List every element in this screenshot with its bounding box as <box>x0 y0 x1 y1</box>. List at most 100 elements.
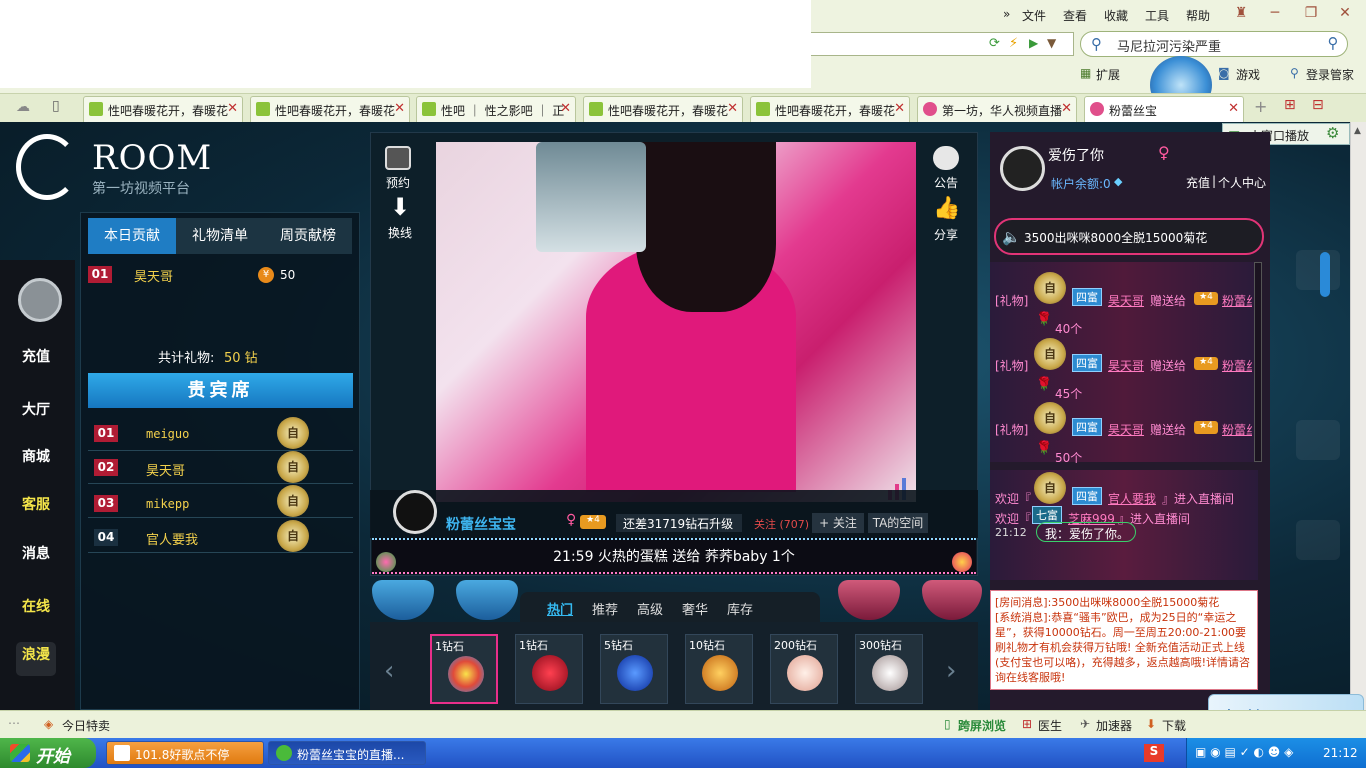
forward-icon[interactable]: ▶ <box>1029 36 1038 50</box>
more-icon[interactable]: ⋯ <box>8 716 20 730</box>
lightning-icon[interactable]: ⚡ <box>1009 36 1018 51</box>
gift-msg-recipient[interactable]: 粉蕾丝宝宝 <box>1222 421 1252 438</box>
appointment-button[interactable]: 预约 <box>378 146 418 191</box>
my-avatar[interactable] <box>1000 146 1045 191</box>
gift-msg-recipient[interactable]: 粉蕾丝宝宝 <box>1222 292 1252 309</box>
dropdown-icon[interactable]: ▼ <box>1047 36 1056 50</box>
gift-msg-sender[interactable]: 昊天哥 <box>1108 421 1144 438</box>
menu-help[interactable]: 帮助 <box>1186 7 1210 24</box>
tab-1[interactable]: 性吧春暖花开，春暖花 ✕ <box>83 96 243 122</box>
tab-close-icon[interactable]: ✕ <box>1061 101 1072 116</box>
vip-row[interactable] <box>88 485 353 518</box>
menu-view[interactable]: 查看 <box>1063 7 1087 24</box>
phone-icon[interactable]: ▯ <box>52 98 60 114</box>
share-button[interactable]: 👍 分享 <box>926 198 966 243</box>
address-bar[interactable]: ⟳ ⚡ ▶ ▼ <box>811 32 1074 56</box>
follow-button[interactable]: + 关注 <box>812 513 864 533</box>
gift-tab-luxury[interactable]: 奢华 <box>682 599 708 618</box>
menu-favorites[interactable]: 收藏 <box>1104 7 1128 24</box>
game-icon[interactable]: ◙ <box>1218 66 1230 80</box>
new-tab-icon[interactable]: + <box>1254 97 1267 116</box>
login-manager-button[interactable]: 登录管家 <box>1306 66 1354 83</box>
login-manager-icon[interactable]: ⚲ <box>1290 66 1299 80</box>
tab-close-icon[interactable]: ✕ <box>894 101 905 116</box>
vip-row[interactable] <box>88 451 353 484</box>
doctor-button[interactable]: 医生 <box>1038 717 1062 734</box>
tab-3[interactable]: 性吧 ｜ 性之影吧 ｜ 正 ✕ <box>416 96 576 122</box>
vip-name[interactable]: mikepp <box>146 497 189 511</box>
gift-item[interactable]: 200钻石 <box>770 634 838 704</box>
nav-online[interactable]: 在线 <box>0 596 75 616</box>
daily-sale-link[interactable]: 今日特卖 <box>62 717 110 734</box>
gift-tab-inventory[interactable]: 库存 <box>727 599 753 618</box>
gift-msg-sender[interactable]: 昊天哥 <box>1108 292 1144 309</box>
search-engine-icon[interactable]: ⚲ <box>1091 35 1102 53</box>
gift-next-icon[interactable]: › <box>946 656 956 686</box>
side-slider[interactable] <box>1320 252 1330 297</box>
history-icon[interactable]: ⊞ <box>1284 97 1296 113</box>
gift-item[interactable]: 5钻石 <box>600 634 668 704</box>
restore-icon[interactable]: ❐ <box>1296 2 1326 24</box>
rank-user-name[interactable]: 昊天哥 <box>134 266 173 285</box>
gift-tab-premium[interactable]: 高级 <box>637 599 663 618</box>
download-button[interactable]: 下载 <box>1162 717 1186 734</box>
host-space-button[interactable]: TA的空间 <box>868 513 928 533</box>
skin-icon[interactable]: ♜ <box>1226 2 1256 24</box>
site-logo-icon[interactable] <box>16 134 78 200</box>
accelerator-button[interactable]: 加速器 <box>1096 717 1132 734</box>
vip-name[interactable]: 官人要我 <box>146 529 198 548</box>
host-name[interactable]: 粉蕾丝宝宝 <box>446 514 516 534</box>
recharge-link[interactable]: 充值 <box>1186 174 1210 191</box>
gift-prev-icon[interactable]: ‹ <box>384 656 394 686</box>
menu-file[interactable]: 文件 <box>1022 7 1046 24</box>
extension-icon[interactable]: ▦ <box>1080 66 1091 80</box>
tab-7-active[interactable]: 粉蕾丝宝 ✕ <box>1084 96 1244 122</box>
sogou-icon[interactable]: S <box>1144 744 1164 762</box>
tray-icons[interactable]: ▣ ◉ ▤ ✓ ◐ ☻ ◈ <box>1195 745 1293 759</box>
nav-messages[interactable]: 消息 <box>0 543 75 563</box>
vip-name[interactable]: meiguo <box>146 427 189 441</box>
announcement-button[interactable]: 公告 <box>926 146 966 191</box>
gift-tab-hot[interactable]: 热门 <box>547 599 573 618</box>
tab-today-contribution[interactable]: 本日贡献 <box>88 218 176 254</box>
vip-row[interactable] <box>88 418 353 451</box>
tab-weekly-rank[interactable]: 周贡献榜 <box>264 218 352 254</box>
gift-msg-sender[interactable]: 昊天哥 <box>1108 357 1144 374</box>
tab-close-icon[interactable]: ✕ <box>1228 101 1239 116</box>
nav-mall[interactable]: 商城 <box>0 446 75 466</box>
vip-name[interactable]: 昊天哥 <box>146 460 185 479</box>
live-video[interactable] <box>436 142 916 502</box>
menu-more-icon[interactable]: » <box>1003 7 1010 21</box>
tab-4[interactable]: 性吧春暖花开，春暖花 ✕ <box>583 96 743 122</box>
menu-tools[interactable]: 工具 <box>1145 7 1169 24</box>
trash-icon[interactable]: ⊟ <box>1312 97 1324 113</box>
user-avatar-icon[interactable] <box>18 278 62 322</box>
minimize-icon[interactable]: ─ <box>1260 2 1290 24</box>
tab-close-icon[interactable]: ✕ <box>394 101 405 116</box>
cross-screen-button[interactable]: 跨屏浏览 <box>958 717 1006 734</box>
gift-item[interactable]: 1钻石 <box>430 634 498 704</box>
nav-lobby[interactable]: 大厅 <box>0 399 75 419</box>
switch-line-button[interactable]: ⬇ 换线 <box>380 195 420 241</box>
gift-item[interactable]: 300钻石 <box>855 634 923 704</box>
extension-button[interactable]: 扩展 <box>1096 66 1120 83</box>
game-button[interactable]: 游戏 <box>1236 66 1260 83</box>
tab-close-icon[interactable]: ✕ <box>560 101 571 116</box>
profile-link[interactable]: 个人中心 <box>1218 174 1266 191</box>
close-icon[interactable]: ✕ <box>1330 2 1360 24</box>
tab-2[interactable]: 性吧春暖花开，春暖花 ✕ <box>250 96 410 122</box>
settings-gear-icon[interactable]: ⚙ <box>1326 124 1339 142</box>
gift-msg-recipient[interactable]: 粉蕾丝宝宝 <box>1222 357 1252 374</box>
host-avatar[interactable] <box>393 490 437 534</box>
gift-item[interactable]: 10钻石 <box>685 634 753 704</box>
nav-romance[interactable]: 浪漫 <box>16 642 56 676</box>
tab-close-icon[interactable]: ✕ <box>227 101 238 116</box>
tab-5[interactable]: 性吧春暖花开，春暖花 ✕ <box>750 96 910 122</box>
refresh-icon[interactable]: ⟳ <box>989 36 1000 51</box>
speaker-icon[interactable]: 🔈 <box>1002 228 1021 246</box>
chat-scrollbar[interactable] <box>1254 262 1262 462</box>
gift-tab-recommended[interactable]: 推荐 <box>592 599 618 618</box>
cloud-icon[interactable]: ☁ <box>16 99 30 115</box>
scrollbar[interactable]: ▲ <box>1350 122 1366 710</box>
tab-6[interactable]: 第一坊，华人视频直播 ✕ <box>917 96 1077 122</box>
